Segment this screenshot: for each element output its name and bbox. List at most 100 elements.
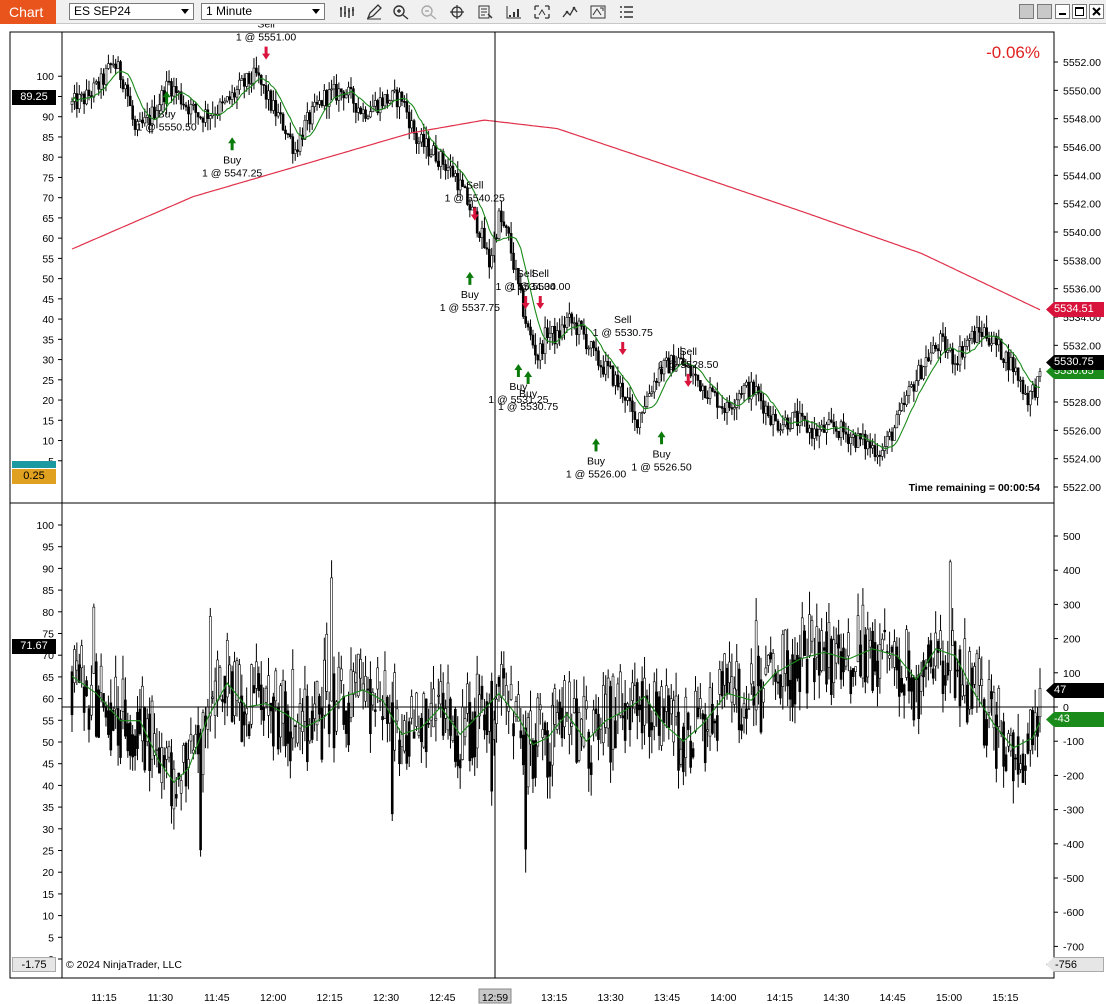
- oscillator-candle-body: [167, 746, 171, 758]
- percent-change: -0.06%: [986, 43, 1040, 62]
- price-candle-body: [264, 85, 268, 100]
- left-crosshair-tag: 89.25: [12, 90, 56, 105]
- oscillator-candle-body: [944, 675, 947, 686]
- oscillator-candle-body: [458, 759, 462, 769]
- oscillator-candle-body: [895, 646, 899, 671]
- oscillator-candle-body: [878, 644, 882, 679]
- oscillator-candle-body: [682, 726, 685, 773]
- time-axis-label: 11:15: [91, 992, 117, 1004]
- oscillator-candle-body: [184, 742, 188, 787]
- oscillator-candle-body: [946, 662, 950, 676]
- price-candle-body: [757, 386, 760, 394]
- oscillator-candle-body: [456, 735, 460, 767]
- price-candle-body: [538, 343, 542, 361]
- chart-trader-icon[interactable]: [588, 2, 608, 22]
- oscillator-candle-body: [1007, 733, 1010, 747]
- chart-app-tab[interactable]: Chart: [0, 0, 56, 24]
- close-icon[interactable]: [1089, 4, 1104, 19]
- oscillator-candle-body: [667, 695, 671, 728]
- buy-arrow-icon: [465, 271, 474, 285]
- list-icon[interactable]: [616, 2, 636, 22]
- price-candle-body: [895, 414, 899, 429]
- price-axis-label: 5528.00: [1063, 397, 1101, 409]
- indicators-icon[interactable]: [504, 2, 524, 22]
- price-candle-body: [992, 335, 996, 344]
- price-candle-body: [230, 92, 234, 100]
- oscillator-candles: [70, 559, 1042, 873]
- zoom-in-icon[interactable]: [391, 2, 411, 22]
- oscillator-candle-body: [512, 723, 515, 737]
- oscillator-candle-body: [817, 641, 821, 676]
- data-box-icon[interactable]: [560, 2, 580, 22]
- oscillator-candle-body: [291, 669, 295, 739]
- price-candle-body: [296, 149, 299, 152]
- grid-icon[interactable]: [1037, 4, 1052, 19]
- buy-arrow-icon: [657, 431, 666, 445]
- price-candle-body: [529, 326, 532, 336]
- trade-label-side: Sell: [679, 346, 697, 358]
- trade-label-side: Buy: [587, 455, 606, 467]
- price-candle-body: [793, 410, 797, 413]
- oscillator-candle-body: [902, 684, 906, 696]
- price-candle-body: [94, 81, 98, 84]
- price-candle-body: [582, 325, 586, 335]
- oscillator-candle-body: [764, 667, 768, 675]
- price-candle-body: [587, 347, 591, 350]
- oscillator-candle-body: [749, 663, 753, 685]
- oscillator-candle-body: [400, 733, 404, 748]
- price-candle-body: [313, 101, 316, 107]
- oscillator-candle-body: [417, 731, 421, 736]
- strategies-icon[interactable]: [532, 2, 552, 22]
- price-candle-body: [124, 84, 127, 90]
- price-candle-body: [308, 112, 312, 125]
- oscillator-candle-body: [85, 680, 88, 697]
- oscillator-candle-body: [788, 679, 792, 700]
- oscillator-candle-body: [1016, 736, 1020, 775]
- instrument-selector[interactable]: ES SEP24: [69, 3, 194, 20]
- oscillator-candle-body: [965, 684, 969, 723]
- oscillator-candle-body: [179, 780, 183, 794]
- oscillator-candle-body: [720, 671, 724, 697]
- oscillator-candle-body: [541, 729, 544, 738]
- time-axis-label: 12:45: [429, 992, 455, 1004]
- axes-layer: 5522.005524.005526.005528.005530.005532.…: [36, 57, 1101, 966]
- price-candle-body: [461, 179, 464, 187]
- price-candle-body: [373, 100, 377, 107]
- trade-label-side: Buy: [223, 154, 242, 166]
- trade-label-fill: 1 @ 5551.00: [236, 32, 296, 44]
- price-candle-body: [160, 90, 164, 106]
- oscillator-candle-body: [866, 628, 870, 678]
- oscillator-candle-body: [888, 655, 891, 659]
- restore-icon[interactable]: [1019, 4, 1034, 19]
- oscillator-left-label: 80: [42, 607, 54, 619]
- minimize-icon[interactable]: [1055, 4, 1070, 19]
- time-axis-label: 11:45: [204, 992, 230, 1004]
- price-candle-body: [987, 338, 991, 346]
- bar-type-icon[interactable]: [337, 2, 357, 22]
- oscillator-candle-body: [330, 577, 333, 702]
- oscillator-candle-body: [543, 722, 547, 736]
- price-candle-body: [1024, 392, 1027, 395]
- oscillator-candle-body: [873, 642, 877, 672]
- zoom-out-icon[interactable]: [419, 2, 439, 22]
- oscillator-avg-tag: -43: [1046, 712, 1104, 727]
- oscillator-candle-body: [662, 706, 666, 724]
- drawing-pencil-icon[interactable]: [364, 2, 384, 22]
- properties-icon[interactable]: [475, 2, 495, 22]
- oscillator-candle-body: [310, 710, 314, 740]
- oscillator-candle-body: [405, 735, 409, 764]
- price-candle-body: [281, 113, 285, 131]
- price-candle-body: [881, 450, 884, 457]
- oscillator-candle-body: [691, 748, 695, 758]
- crosshair-icon[interactable]: [447, 2, 467, 22]
- price-candle-body: [218, 101, 222, 115]
- interval-selector[interactable]: 1 Minute: [201, 3, 325, 20]
- price-candle-body: [832, 421, 836, 428]
- oscillator-axis-label: 300: [1063, 599, 1081, 611]
- chart-area[interactable]: 5522.005524.005526.005528.005530.005532.…: [0, 24, 1106, 1004]
- maximize-icon[interactable]: [1072, 4, 1087, 19]
- oscillator-candle-body: [604, 693, 608, 728]
- price-candle-body: [585, 333, 588, 350]
- oscillator-candle-body: [978, 658, 981, 686]
- oscillator-candle-body: [468, 702, 472, 762]
